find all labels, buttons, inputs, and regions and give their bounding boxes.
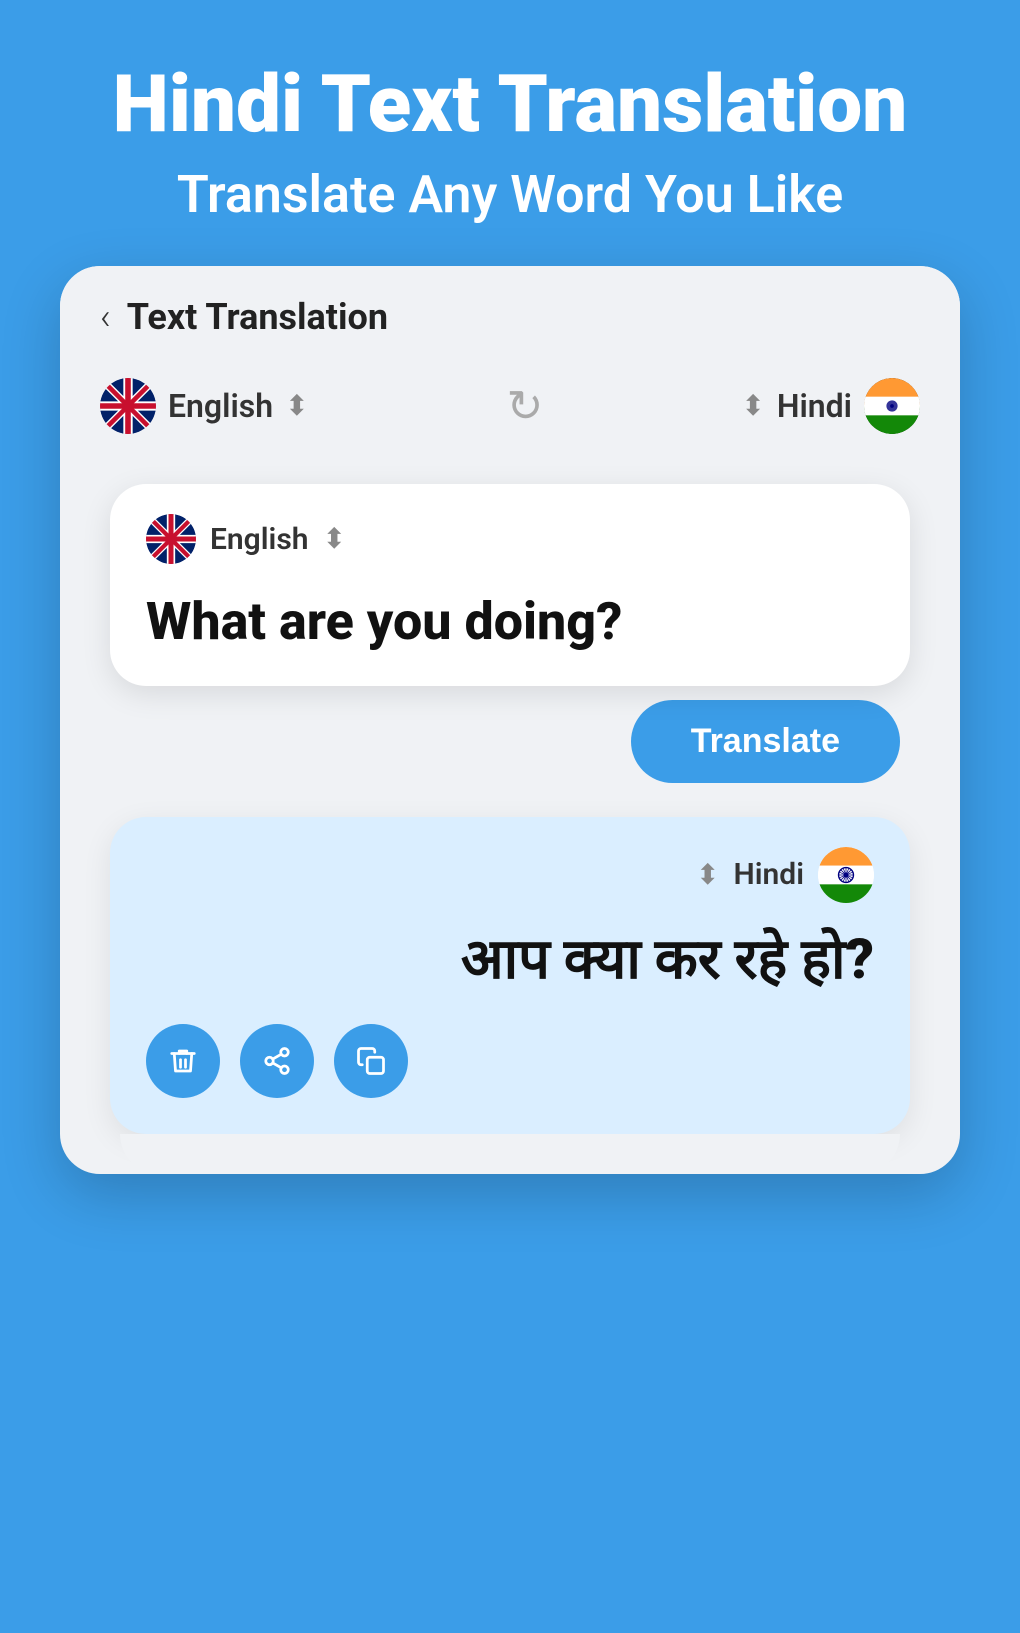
target-language-selector[interactable]: ⬍ Hindi xyxy=(741,378,920,434)
copy-button[interactable] xyxy=(334,1024,408,1098)
output-india-flag-icon xyxy=(818,847,874,903)
share-button[interactable] xyxy=(240,1024,314,1098)
india-flag-icon xyxy=(864,378,920,434)
target-lang-arrows: ⬍ xyxy=(741,392,764,420)
header-section: Hindi Text Translation Translate Any Wor… xyxy=(0,0,1020,266)
input-lang-label: English xyxy=(210,522,309,557)
source-language-selector[interactable]: English ⬍ xyxy=(100,378,309,434)
output-lang-arrows: ⬍ xyxy=(696,861,719,889)
back-button[interactable]: ‹ xyxy=(100,296,111,338)
translate-button[interactable]: Translate xyxy=(631,700,900,783)
source-lang-arrows: ⬍ xyxy=(285,392,308,420)
app-title: Hindi Text Translation xyxy=(40,60,980,148)
input-lang-row: English ⬍ xyxy=(146,514,874,564)
action-buttons xyxy=(146,1024,874,1098)
top-bar: ‹ Text Translation xyxy=(60,266,960,358)
input-uk-flag-icon xyxy=(146,514,196,564)
screen-title: Text Translation xyxy=(127,296,388,338)
input-text[interactable]: What are you doing? xyxy=(146,588,874,656)
delete-button[interactable] xyxy=(146,1024,220,1098)
input-lang-arrows: ⬍ xyxy=(323,525,346,553)
source-lang-name: English xyxy=(168,387,273,425)
target-lang-name: Hindi xyxy=(777,387,852,425)
uk-flag-icon xyxy=(100,378,156,434)
translate-button-row: Translate xyxy=(60,676,960,807)
app-card: ‹ Text Translation English xyxy=(60,266,960,1173)
language-selector-bar: English ⬍ ↻ ⬍ Hindi xyxy=(60,358,960,464)
swap-languages-button[interactable]: ↻ xyxy=(507,380,544,432)
output-lang-label: Hindi xyxy=(734,857,804,892)
output-lang-row: ⬍ Hindi xyxy=(146,847,874,903)
bottom-strip xyxy=(120,1134,900,1174)
output-bubble: ⬍ Hindi xyxy=(110,817,910,1134)
input-bubble: English ⬍ What are you doing? xyxy=(110,484,910,686)
output-text: आप क्या कर रहे हो? xyxy=(146,923,874,996)
app-subtitle: Translate Any Word You Like xyxy=(40,164,980,226)
